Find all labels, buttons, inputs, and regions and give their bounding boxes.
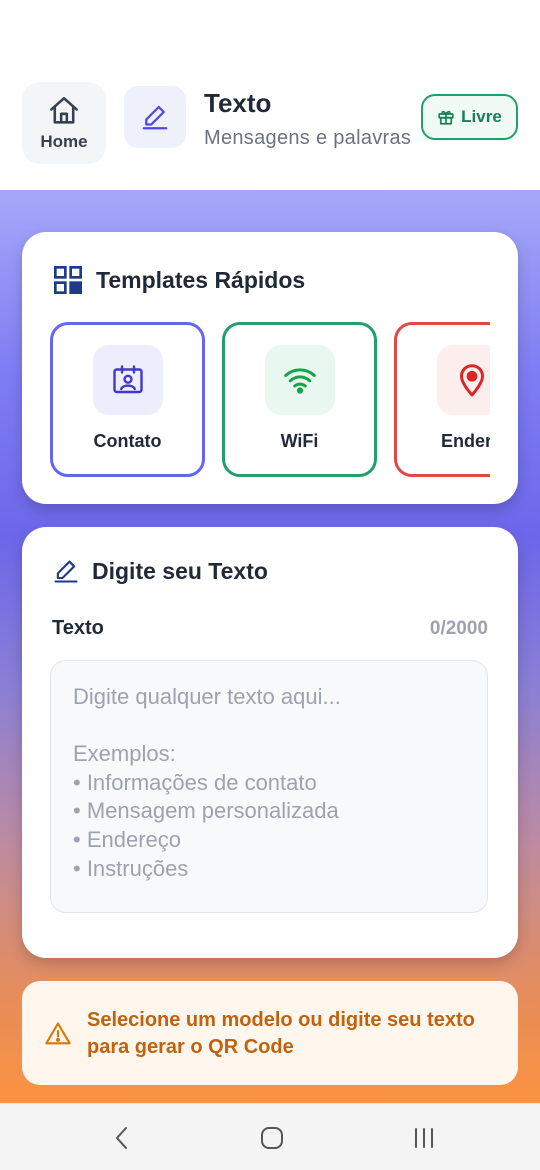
free-badge: Livre [421,94,518,140]
templates-title: Templates Rápidos [96,266,306,293]
warning-banner: Selecione um modelo ou digite seu texto … [22,981,518,1085]
page-subtitle: Mensagens e palavras [204,127,412,149]
template-wifi-label: WiFi [280,431,319,451]
template-wifi[interactable]: WiFi [222,322,377,477]
template-address-label: Endere [440,431,490,451]
template-wifi-icon-box [264,345,335,415]
nav-recent-button[interactable] [404,1122,444,1154]
grid-icon [53,266,82,294]
app-header: Home Texto Mensagens e palavras Livre [0,0,540,190]
home-icon [49,96,79,124]
home-button[interactable]: Home [22,82,106,164]
home-circle-icon [261,1127,283,1149]
templates-header: Templates Rápidos [52,264,305,296]
pen-icon [54,560,78,583]
warning-text: Selecione um modelo ou digite seu texto … [87,1009,475,1058]
recent-apps-icon [415,1128,433,1148]
template-contact-label: Contato [93,431,162,451]
text-field-label: Texto [52,617,104,639]
location-pin-icon [459,364,484,397]
text-input-card: Digite seu Texto Texto 0/2000 [22,527,518,958]
text-type-icon-box [124,86,186,148]
contact-card-icon [112,365,143,394]
text-section-header: Digite seu Texto [52,557,268,585]
free-badge-label: Livre [461,107,502,126]
back-chevron-icon [116,1127,127,1149]
nav-home-button[interactable] [252,1122,292,1154]
main-content[interactable]: Templates Rápidos Contato WiFi Ender Dig… [0,190,540,1103]
system-nav-bar [0,1103,540,1170]
text-section-title: Digite seu Texto [92,557,268,584]
text-input[interactable] [50,660,488,913]
templates-carousel[interactable]: Contato WiFi Ender [50,322,490,478]
gift-icon [438,110,454,125]
template-contact-icon-box [92,345,163,415]
home-label: Home [40,132,88,151]
page-title: Texto [204,88,272,118]
wifi-icon [283,368,316,394]
template-contact[interactable]: Contato [50,322,205,477]
char-counter: 0/2000 [429,618,488,639]
nav-back-button[interactable] [102,1122,142,1154]
pen-icon [142,105,168,130]
templates-card: Templates Rápidos Contato WiFi Ender [22,232,518,504]
template-address[interactable]: Endere [394,322,490,477]
warning-triangle-icon [45,1022,71,1045]
template-address-icon-box [436,345,490,415]
